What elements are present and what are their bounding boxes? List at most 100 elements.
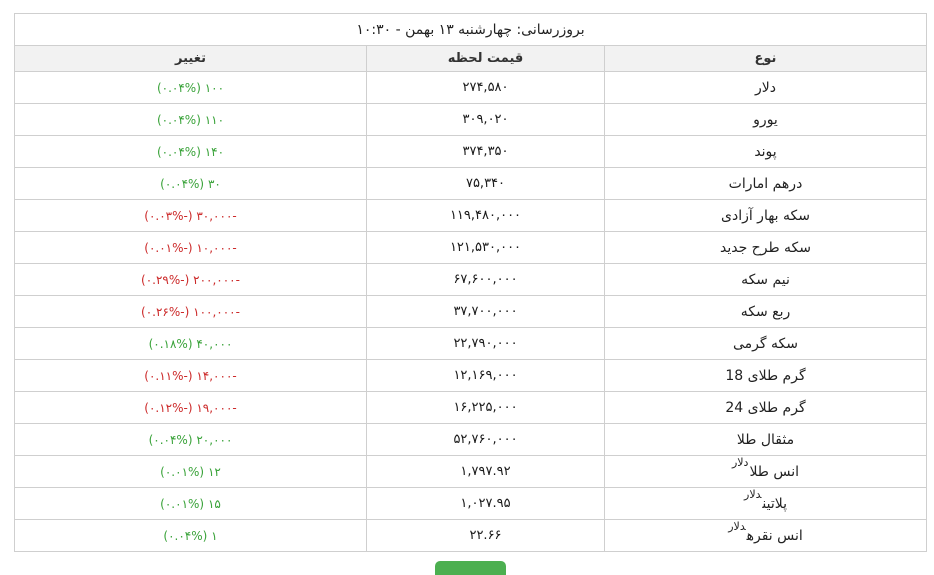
item-name: پلاتین xyxy=(762,495,787,512)
price-change-cell: ۱۲ (۰.۰۱%) xyxy=(14,455,367,488)
currency-unit-label: دلار xyxy=(731,455,749,469)
change-percent: (-۰.۱۲%) xyxy=(144,400,193,415)
price-table-container: بروزرسانی: چهارشنبه ۱۳ بهمن - ۱۰:۳۰ نوع … xyxy=(14,13,927,552)
more-button[interactable] xyxy=(435,561,506,575)
change-percent: (۰.۰۴%) xyxy=(148,432,193,447)
change-amount: ۱۲ xyxy=(207,464,221,479)
item-name-cell: مثقال طلا xyxy=(604,423,927,456)
price-change-cell: -۱۴,۰۰۰ (-۰.۱۱%) xyxy=(14,359,367,392)
table-row: سکه بهار آزادی ۱۱۹,۴۸۰,۰۰۰ -۳۰,۰۰۰ (-۰.۰۳%… xyxy=(14,199,927,232)
current-price: ۱۲۱,۵۳۰,۰۰۰ xyxy=(366,231,605,264)
change-percent: (۰.۱۸%) xyxy=(148,336,193,351)
table-header-row: نوع قیمت لحظه تغییر xyxy=(14,45,927,72)
table-row: گرم طلای 18 ۱۲,۱۶۹,۰۰۰ -۱۴,۰۰۰ (-۰.۱۱%) xyxy=(14,359,927,392)
price-change-cell: ۱۴۰ (۰.۰۴%) xyxy=(14,135,367,168)
table-row: انس نقرهدلار ۲۲.۶۶ ۱ (۰.۰۴%) xyxy=(14,519,927,552)
change-amount: -۱۹,۰۰۰ xyxy=(196,400,237,415)
price-change-cell: ۳۰ (۰.۰۴%) xyxy=(14,167,367,200)
item-name-cell: یورو xyxy=(604,103,927,136)
change-percent: (۰.۰۴%) xyxy=(156,112,201,127)
item-name: مثقال طلا xyxy=(736,431,795,448)
current-price: ۱۱۹,۴۸۰,۰۰۰ xyxy=(366,199,605,232)
price-change-cell: ۱ (۰.۰۴%) xyxy=(14,519,367,552)
change-percent: (-۰.۲۹%) xyxy=(141,272,190,287)
table-row: یورو ۳۰۹,۰۲۰ ۱۱۰ (۰.۰۴%) xyxy=(14,103,927,136)
change-amount: ۲۰,۰۰۰ xyxy=(196,432,233,447)
item-name: سکه طرح جدید xyxy=(719,239,812,256)
change-amount: -۳۰,۰۰۰ xyxy=(196,208,237,223)
column-header-type: نوع xyxy=(604,45,927,72)
item-name: انس طلا xyxy=(749,463,800,480)
table-row: پلاتیندلار ۱,۰۲۷.۹۵ ۱۵ (۰.۰۱%) xyxy=(14,487,927,520)
item-name: دلار xyxy=(755,79,776,96)
item-name-cell: دلار xyxy=(604,71,927,104)
current-price: ۳۷,۷۰۰,۰۰۰ xyxy=(366,295,605,328)
change-amount: -۱۴,۰۰۰ xyxy=(196,368,237,383)
price-change-cell: ۱۰۰ (۰.۰۴%) xyxy=(14,71,367,104)
change-amount: ۱۴۰ xyxy=(204,144,225,159)
change-amount: -۱۰,۰۰۰ xyxy=(196,240,237,255)
table-row: پوند ۳۷۴,۳۵۰ ۱۴۰ (۰.۰۴%) xyxy=(14,135,927,168)
table-row: درهم امارات ۷۵,۳۴۰ ۳۰ (۰.۰۴%) xyxy=(14,167,927,200)
change-percent: (۰.۰۱%) xyxy=(160,496,205,511)
item-name-cell: انس طلادلار xyxy=(604,455,927,488)
currency-unit-label: دلار xyxy=(728,519,746,533)
item-name-cell: پوند xyxy=(604,135,927,168)
table-row: ربع سکه ۳۷,۷۰۰,۰۰۰ -۱۰۰,۰۰۰ (-۰.۲۶%) xyxy=(14,295,927,328)
price-change-cell: -۱۰,۰۰۰ (-۰.۰۱%) xyxy=(14,231,367,264)
item-name-cell: گرم طلای 18 xyxy=(604,359,927,392)
price-change-cell: -۱۰۰,۰۰۰ (-۰.۲۶%) xyxy=(14,295,367,328)
change-amount: ۴۰,۰۰۰ xyxy=(196,336,233,351)
current-price: ۳۷۴,۳۵۰ xyxy=(366,135,605,168)
table-row: دلار ۲۷۴,۵۸۰ ۱۰۰ (۰.۰۴%) xyxy=(14,71,927,104)
change-amount: ۱ xyxy=(211,528,218,543)
table-row: گرم طلای 24 ۱۶,۲۲۵,۰۰۰ -۱۹,۰۰۰ (-۰.۱۲%) xyxy=(14,391,927,424)
price-change-cell: -۲۰۰,۰۰۰ (-۰.۲۹%) xyxy=(14,263,367,296)
item-name: گرم طلای 18 xyxy=(725,367,806,384)
item-name: گرم طلای 24 xyxy=(725,399,806,416)
item-name: ربع سکه xyxy=(740,303,791,320)
item-name: نیم سکه xyxy=(741,271,790,288)
item-name-cell: ربع سکه xyxy=(604,295,927,328)
price-change-cell: -۳۰,۰۰۰ (-۰.۰۳%) xyxy=(14,199,367,232)
update-time-row: بروزرسانی: چهارشنبه ۱۳ بهمن - ۱۰:۳۰ xyxy=(14,13,927,46)
table-row: انس طلادلار ۱,۷۹۷.۹۲ ۱۲ (۰.۰۱%) xyxy=(14,455,927,488)
currency-unit-label: دلار xyxy=(744,487,762,501)
item-name-cell: سکه طرح جدید xyxy=(604,231,927,264)
current-price: ۲۲.۶۶ xyxy=(366,519,605,552)
current-price: ۳۰۹,۰۲۰ xyxy=(366,103,605,136)
item-name-cell: درهم امارات xyxy=(604,167,927,200)
change-percent: (-۰.۰۳%) xyxy=(144,208,193,223)
current-price: ۵۲,۷۶۰,۰۰۰ xyxy=(366,423,605,456)
item-name-cell: سکه بهار آزادی xyxy=(604,199,927,232)
current-price: ۱۲,۱۶۹,۰۰۰ xyxy=(366,359,605,392)
item-name: پوند xyxy=(754,143,777,160)
item-name: یورو xyxy=(753,111,778,128)
item-name-cell: گرم طلای 24 xyxy=(604,391,927,424)
change-amount: -۱۰۰,۰۰۰ xyxy=(193,304,240,319)
price-table: بروزرسانی: چهارشنبه ۱۳ بهمن - ۱۰:۳۰ نوع … xyxy=(14,13,927,552)
price-change-cell: ۱۵ (۰.۰۱%) xyxy=(14,487,367,520)
column-header-change: تغییر xyxy=(14,45,367,72)
item-name: سکه گرمی xyxy=(733,335,798,352)
item-name-cell: سکه گرمی xyxy=(604,327,927,360)
current-price: ۱,۷۹۷.۹۲ xyxy=(366,455,605,488)
change-amount: ۱۰۰ xyxy=(204,80,225,95)
current-price: ۲۷۴,۵۸۰ xyxy=(366,71,605,104)
item-name-cell: پلاتیندلار xyxy=(604,487,927,520)
table-row: سکه طرح جدید ۱۲۱,۵۳۰,۰۰۰ -۱۰,۰۰۰ (-۰.۰۱%) xyxy=(14,231,927,264)
item-name-cell: انس نقرهدلار xyxy=(604,519,927,552)
item-name: درهم امارات xyxy=(728,175,803,192)
table-row: نیم سکه ۶۷,۶۰۰,۰۰۰ -۲۰۰,۰۰۰ (-۰.۲۹%) xyxy=(14,263,927,296)
table-body: دلار ۲۷۴,۵۸۰ ۱۰۰ (۰.۰۴%) یورو ۳۰۹,۰۲۰ ۱۱۰ (۰.… xyxy=(14,71,927,552)
change-percent: (۰.۰۴%) xyxy=(156,80,201,95)
item-name: انس نقره xyxy=(746,527,803,544)
price-change-cell: ۴۰,۰۰۰ (۰.۱۸%) xyxy=(14,327,367,360)
change-amount: ۱۵ xyxy=(207,496,221,511)
update-time-label: بروزرسانی: چهارشنبه ۱۳ بهمن - ۱۰:۳۰ xyxy=(14,13,927,46)
change-percent: (۰.۰۴%) xyxy=(156,144,201,159)
price-change-cell: ۱۱۰ (۰.۰۴%) xyxy=(14,103,367,136)
change-percent: (-۰.۲۶%) xyxy=(141,304,190,319)
change-percent: (۰.۰۴%) xyxy=(163,528,208,543)
price-change-cell: ۲۰,۰۰۰ (۰.۰۴%) xyxy=(14,423,367,456)
